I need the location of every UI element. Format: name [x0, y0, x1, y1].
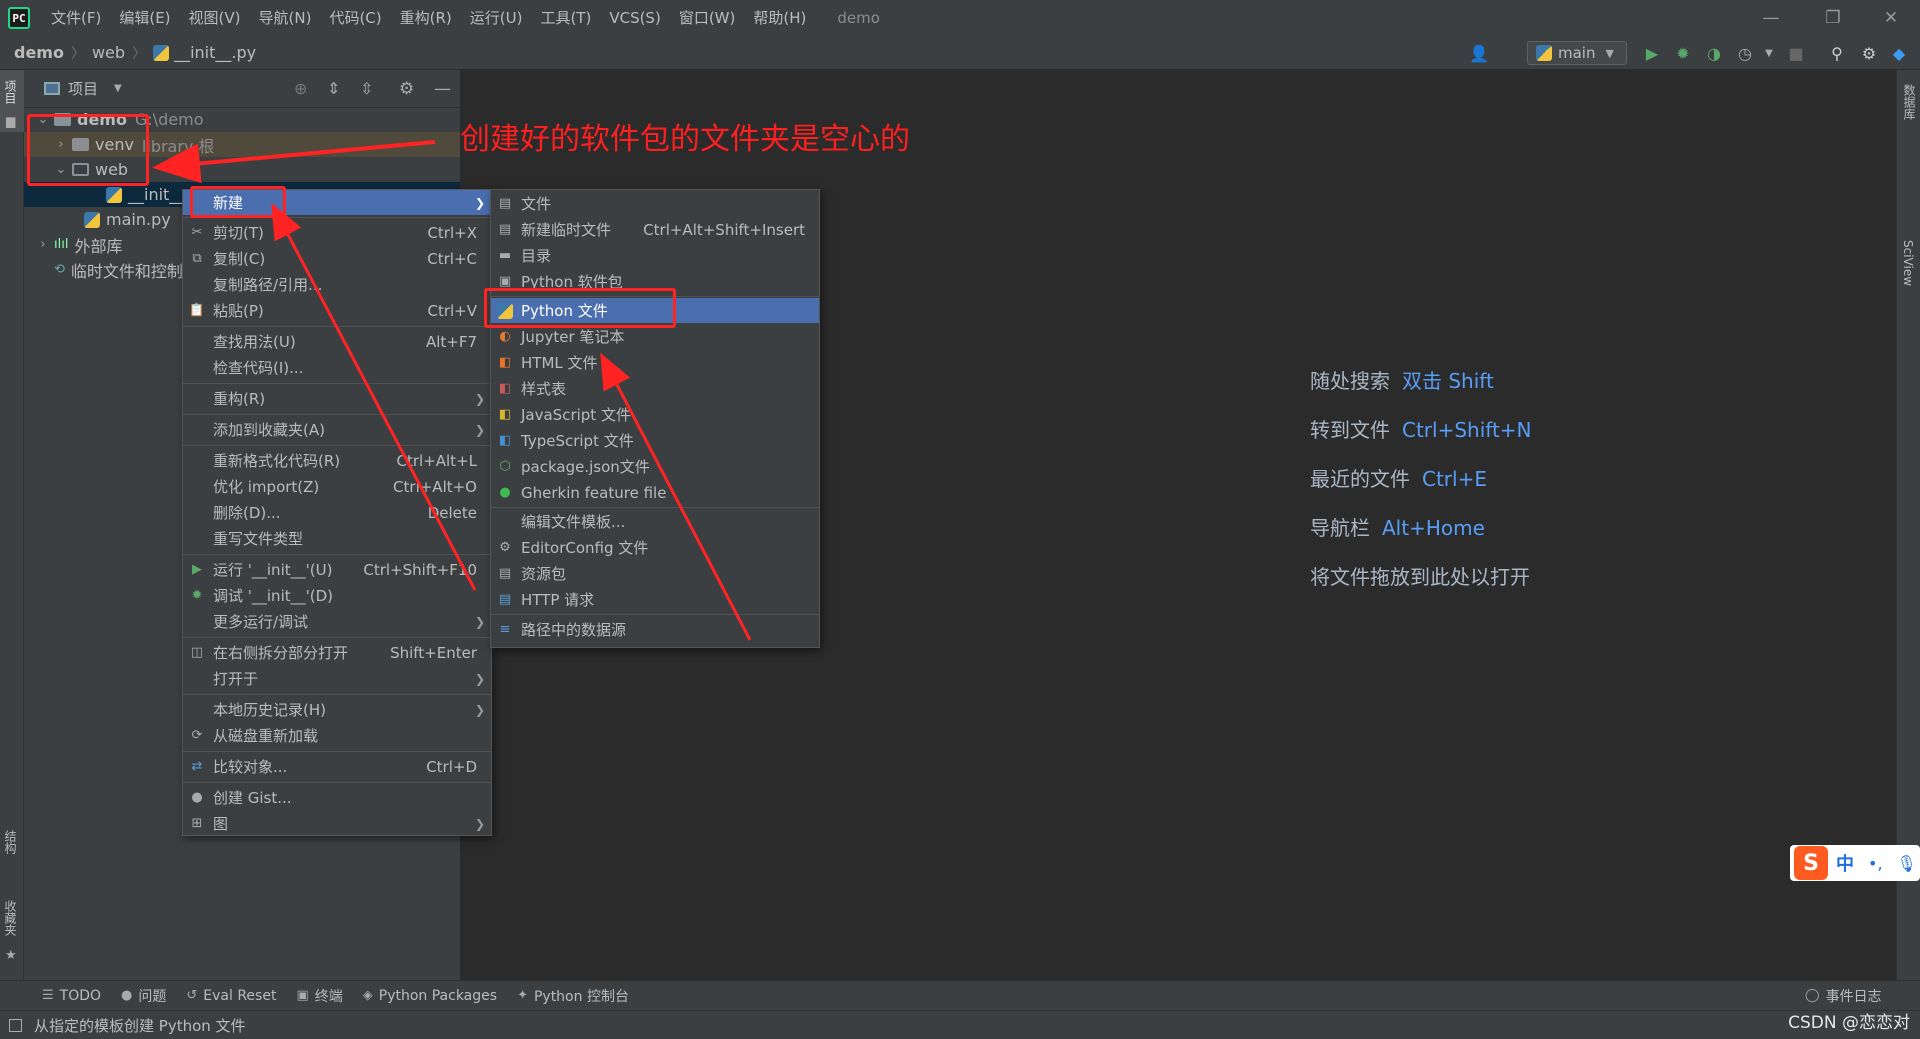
arrow-to-new [271, 202, 477, 591]
arrow-to-folders [152, 140, 436, 184]
annotation-text: 创建好的软件包的文件夹是空心的 [460, 122, 910, 157]
watermark: CSDN @恋恋对 [1788, 1013, 1910, 1033]
ime-toolbar[interactable]: S 中 •, 🎙 [1790, 845, 1920, 881]
annotation-arrows [152, 140, 752, 641]
ime-mode[interactable]: 中 [1836, 850, 1854, 876]
sogou-logo-icon: S [1794, 846, 1828, 880]
punctuation-icon[interactable]: •, [1868, 854, 1883, 873]
arrow-to-python-file [600, 352, 752, 641]
microphone-icon[interactable]: 🎙 [1897, 854, 1917, 873]
